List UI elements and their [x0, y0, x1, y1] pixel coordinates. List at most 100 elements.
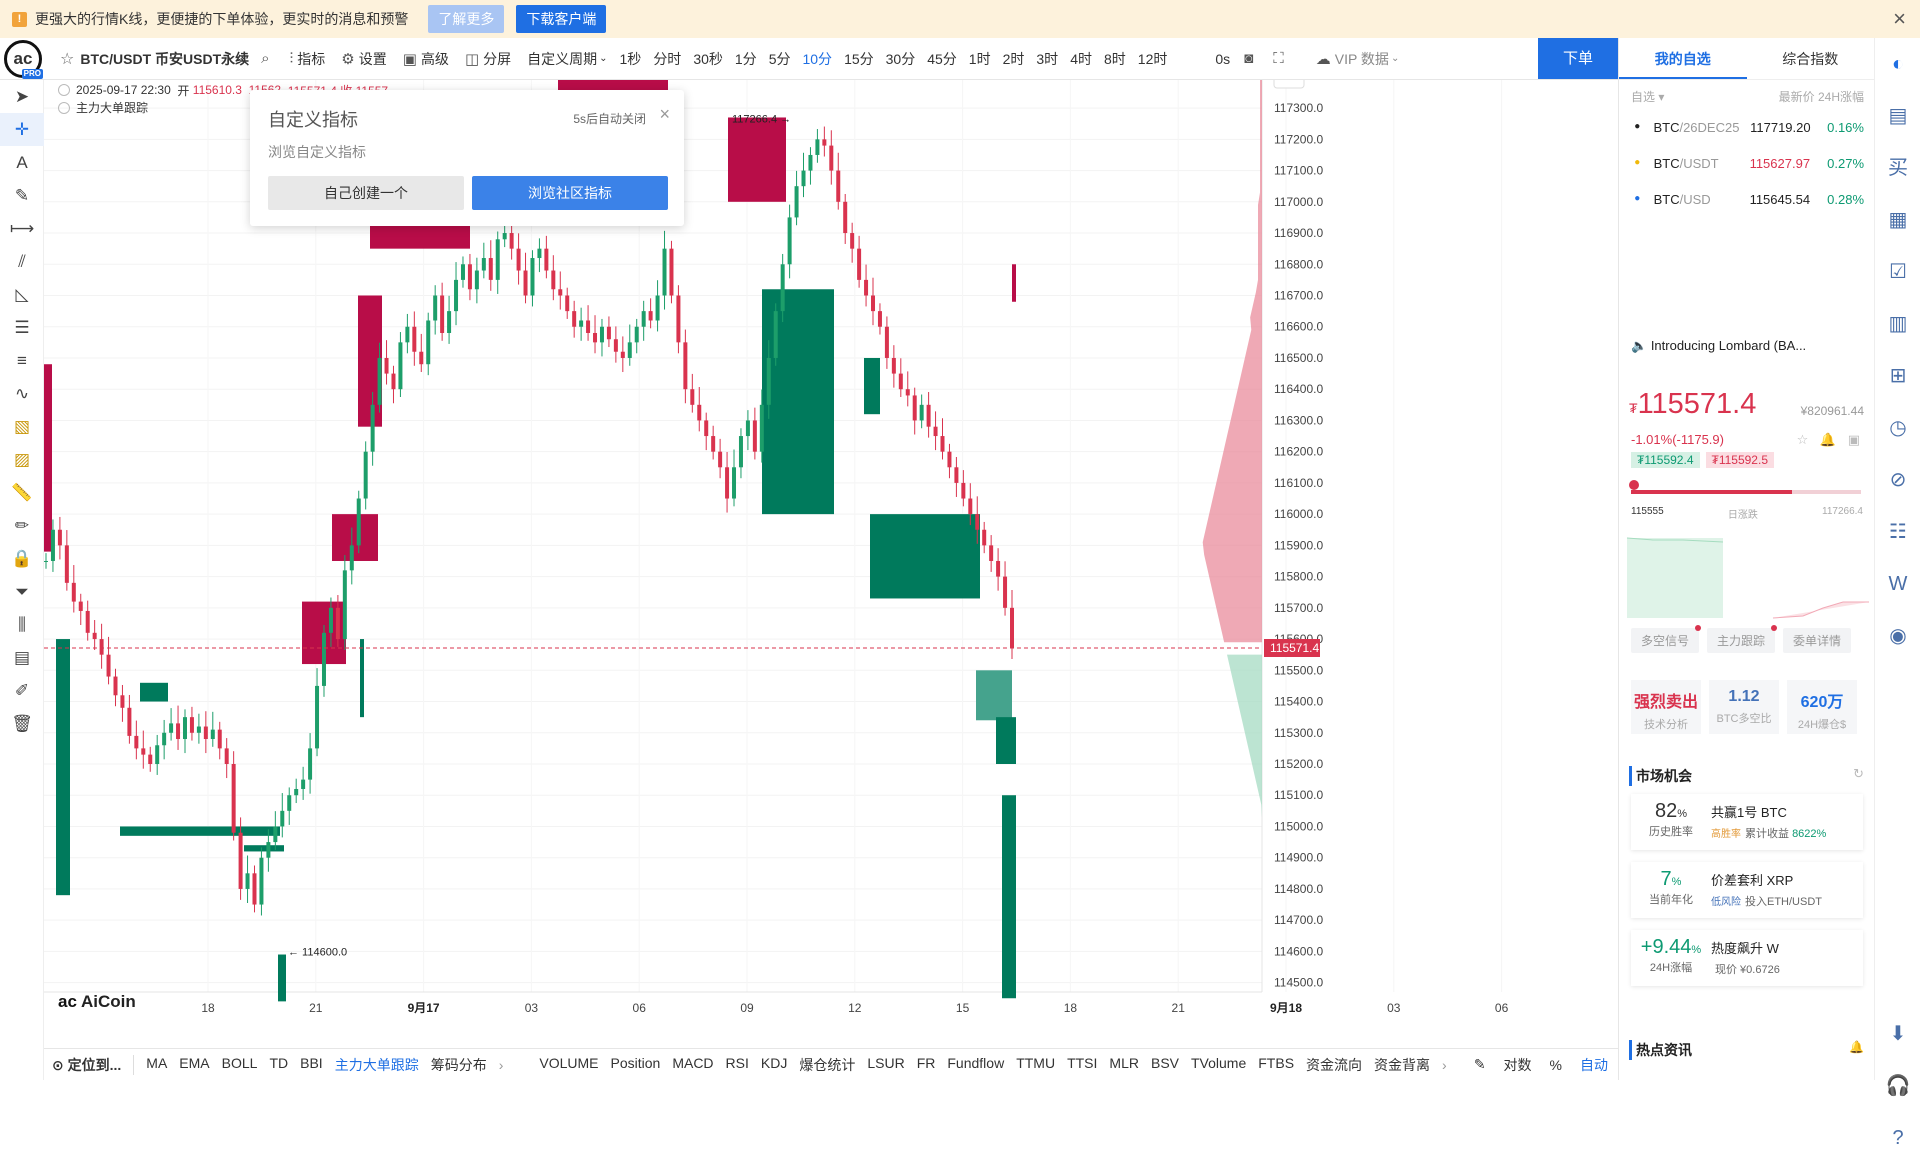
notes-icon[interactable]: ▤: [1875, 90, 1920, 142]
main-indicator-6[interactable]: 筹码分布: [431, 1055, 487, 1075]
main-indicator-0[interactable]: MA: [146, 1055, 167, 1075]
tab-whale-tracking[interactable]: 主力跟踪: [1707, 625, 1778, 653]
sub-indicator-15[interactable]: 资金流向: [1306, 1055, 1362, 1075]
sub-indicator-10[interactable]: TTSI: [1067, 1055, 1097, 1075]
main-indicator-5[interactable]: 主力大单跟踪: [335, 1055, 419, 1075]
sub-indicator-5[interactable]: 爆仓统计: [799, 1055, 855, 1075]
period-6[interactable]: 15分: [844, 49, 874, 69]
fullscreen-icon[interactable]: ⛶: [1273, 50, 1288, 67]
visibility-icon[interactable]: [58, 101, 70, 114]
tab-order-detail[interactable]: 委单详情: [1783, 628, 1852, 653]
bar-chart-icon[interactable]: ▥: [1875, 298, 1920, 350]
star-icon[interactable]: ☆: [60, 49, 74, 69]
period-11[interactable]: 3时: [1036, 49, 1058, 69]
close-icon[interactable]: ×: [659, 104, 670, 125]
opportunity-card[interactable]: 82% 历史胜率 共赢1号 BTC 高胜率 累计收益 8622%: [1631, 794, 1863, 850]
triangle-tool-icon[interactable]: ◺: [0, 278, 44, 311]
chevron-right-icon[interactable]: ›: [1442, 1057, 1447, 1073]
refresh-icon[interactable]: ↻: [1853, 766, 1864, 782]
create-indicator-button[interactable]: 自己创建一个: [268, 176, 464, 210]
sub-indicator-9[interactable]: TTMU: [1016, 1055, 1055, 1075]
sub-indicator-12[interactable]: BSV: [1151, 1055, 1179, 1075]
gann-icon[interactable]: ▨: [0, 443, 44, 476]
symbol-name[interactable]: BTC/USDT 币安USDT永续: [80, 49, 249, 69]
period-1[interactable]: 分时: [653, 49, 681, 69]
period-13[interactable]: 8时: [1104, 49, 1126, 69]
watchlist-row[interactable]: ● BTC/USD 115645.54 0.28%: [1619, 181, 1874, 217]
camera-icon[interactable]: ◙: [1244, 50, 1257, 67]
sub-indicator-16[interactable]: 资金背离: [1374, 1055, 1430, 1075]
download-client-button[interactable]: 下载客户端: [516, 5, 607, 33]
stat-liquidation[interactable]: 620万 24H爆仓$: [1787, 680, 1857, 734]
place-order-button[interactable]: 下单: [1538, 38, 1618, 79]
vip-data-button[interactable]: ☁ VIP 数据 ⌄: [1316, 49, 1400, 69]
period-12[interactable]: 4时: [1070, 49, 1092, 69]
pencil-icon[interactable]: ✏: [0, 509, 44, 542]
chevron-right-icon[interactable]: ›: [499, 1057, 504, 1073]
indicators-button[interactable]: ⫶ 指标: [290, 49, 326, 69]
close-icon[interactable]: ×: [1893, 6, 1906, 32]
crosshair-icon[interactable]: ✛: [0, 113, 44, 146]
trash-icon[interactable]: 🗑: [0, 707, 44, 740]
tab-long-short-signal[interactable]: 多空信号: [1631, 625, 1702, 653]
period-0[interactable]: 1秒: [620, 49, 642, 69]
sub-indicator-13[interactable]: TVolume: [1191, 1055, 1246, 1075]
opportunity-card[interactable]: 7% 当前年化 价差套利 XRP 低风险 投入ETH/USDT: [1631, 862, 1863, 918]
learn-more-button[interactable]: 了解更多: [428, 5, 505, 33]
main-indicator-4[interactable]: BBI: [300, 1055, 323, 1075]
layers-icon[interactable]: ▤: [0, 641, 44, 674]
download-icon[interactable]: ⬇: [1875, 1008, 1920, 1060]
pro-icon[interactable]: ◉: [1875, 610, 1920, 662]
sub-indicator-1[interactable]: Position: [611, 1055, 661, 1075]
period-7[interactable]: 30分: [886, 49, 916, 69]
aicoin-logo[interactable]: ac PRO: [0, 38, 46, 80]
period-9[interactable]: 1时: [969, 49, 991, 69]
buy-icon[interactable]: 买: [1875, 142, 1920, 194]
cursor-icon[interactable]: ➤: [0, 80, 44, 113]
clock-icon[interactable]: ◷: [1875, 402, 1920, 454]
sub-indicator-8[interactable]: Fundflow: [947, 1055, 1004, 1075]
sub-indicator-11[interactable]: MLR: [1109, 1055, 1139, 1075]
measure-icon[interactable]: ⫼: [0, 608, 44, 641]
tab-watchlist[interactable]: 我的自选: [1619, 38, 1747, 79]
text-tool-icon[interactable]: A: [0, 146, 44, 179]
tab-composite-index[interactable]: 综合指数: [1747, 38, 1875, 79]
watchlist-row[interactable]: ● BTC/USDT 115627.97 0.27%: [1619, 145, 1874, 181]
line-tool-icon[interactable]: ⟼: [0, 212, 44, 245]
stat-long-short-ratio[interactable]: 1.12 BTC多空比: [1709, 680, 1779, 734]
ruler-icon[interactable]: 📏: [0, 476, 44, 509]
custom-period-dropdown[interactable]: 自定义周期 ⌄: [527, 49, 607, 69]
period-3[interactable]: 1分: [735, 49, 757, 69]
channel-icon[interactable]: ≡: [0, 344, 44, 377]
action-icons[interactable]: ☆ 🔔 ▣: [1797, 432, 1864, 448]
watchlist-row[interactable]: ● BTC/26DEC25 117719.20 0.16%: [1619, 109, 1874, 145]
settings-button[interactable]: ⚙ 设置: [341, 49, 386, 69]
log-scale-toggle[interactable]: 对数: [1504, 1055, 1532, 1075]
period-8[interactable]: 45分: [927, 49, 957, 69]
main-indicator-2[interactable]: BOLL: [222, 1055, 258, 1075]
advanced-button[interactable]: ▣ 高级: [403, 49, 449, 69]
magnet-icon[interactable]: ⏷: [0, 575, 44, 608]
wave-icon[interactable]: ∿: [0, 377, 44, 410]
browse-community-button[interactable]: 浏览社区指标: [472, 176, 668, 210]
add-window-icon[interactable]: ⊞: [1875, 350, 1920, 402]
brush-icon[interactable]: ✎: [0, 179, 44, 212]
fibonacci-icon[interactable]: ☰: [0, 311, 44, 344]
pattern-icon[interactable]: ▧: [0, 410, 44, 443]
percent-toggle[interactable]: %: [1550, 1057, 1562, 1073]
news-ticker[interactable]: 🔈 Introducing Lombard (BA...: [1619, 338, 1875, 354]
sub-indicator-14[interactable]: FTBS: [1258, 1055, 1294, 1075]
main-indicator-1[interactable]: EMA: [179, 1055, 209, 1075]
trend-lines-icon[interactable]: ⫽: [0, 245, 44, 278]
opportunity-card[interactable]: +9.44% 24H涨幅 热度飙升 W 现价 ¥0.6726: [1631, 930, 1863, 986]
compass-icon[interactable]: ⊘: [1875, 454, 1920, 506]
portfolio-icon[interactable]: ▦: [1875, 194, 1920, 246]
period-10[interactable]: 2时: [1003, 49, 1025, 69]
help-icon[interactable]: ?: [1875, 1112, 1920, 1164]
home-icon[interactable]: ◐: [1875, 38, 1920, 90]
headset-icon[interactable]: 🎧: [1875, 1060, 1920, 1112]
lock-icon[interactable]: 🔒: [0, 542, 44, 575]
sub-indicator-3[interactable]: RSI: [726, 1055, 749, 1075]
checklist-icon[interactable]: ☑: [1875, 246, 1920, 298]
split-screen-button[interactable]: ◫ 分屏: [465, 49, 511, 69]
